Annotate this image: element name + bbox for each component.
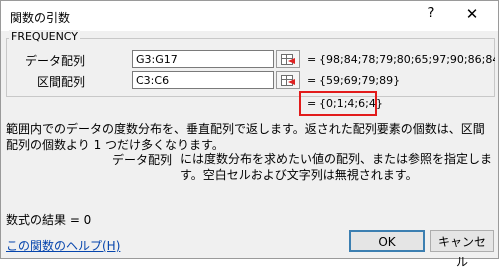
close-icon[interactable]: ✕: [463, 5, 481, 23]
range-select-icon: [281, 54, 293, 65]
arg-help-label: データ配列: [111, 153, 172, 167]
function-result-value: {0;1;4;6;4}: [319, 97, 383, 110]
arg-label-data-array: データ配列: [24, 54, 85, 68]
data-array-input[interactable]: G3:G17: [132, 50, 274, 68]
arg-help-text: には度数分布を求めたい値の配列、または参照を指定します。空白セルおよび文字列は無…: [180, 152, 493, 182]
bins-array-value: {59;69;79;89}: [319, 74, 401, 87]
function-description: 範囲内でのデータの度数分布を、垂直配列で返します。返された配列要素の個数は、区間…: [6, 122, 485, 152]
function-name: FREQUENCY: [9, 30, 81, 43]
range-select-icon: [281, 75, 293, 86]
formula-result: 数式の結果 = 0: [6, 213, 92, 227]
result-equals-sign: =: [307, 97, 317, 110]
ok-button[interactable]: OK: [349, 230, 425, 252]
arg-label-bins-array: 区間配列: [36, 75, 85, 89]
equals-sign: =: [307, 53, 317, 66]
equals-sign: =: [307, 74, 317, 87]
dialog-title: 関数の引数: [10, 11, 71, 25]
bins-array-input[interactable]: C3:C6: [132, 71, 274, 89]
data-array-ref-button[interactable]: [276, 50, 300, 68]
function-arguments-dialog: 関数の引数 ? ✕ FREQUENCY データ配列 G3:G17 = {98;8…: [0, 0, 499, 269]
title-bar: 関数の引数 ? ✕: [1, 1, 498, 31]
help-icon[interactable]: ?: [424, 6, 438, 21]
cancel-button[interactable]: キャンセル: [430, 230, 494, 269]
data-array-value: {98;84;78;79;80;65;97;90;86;84;88;...: [319, 53, 495, 66]
bins-array-ref-button[interactable]: [276, 71, 300, 89]
function-help-link[interactable]: この関数のヘルプ(H): [6, 237, 120, 254]
